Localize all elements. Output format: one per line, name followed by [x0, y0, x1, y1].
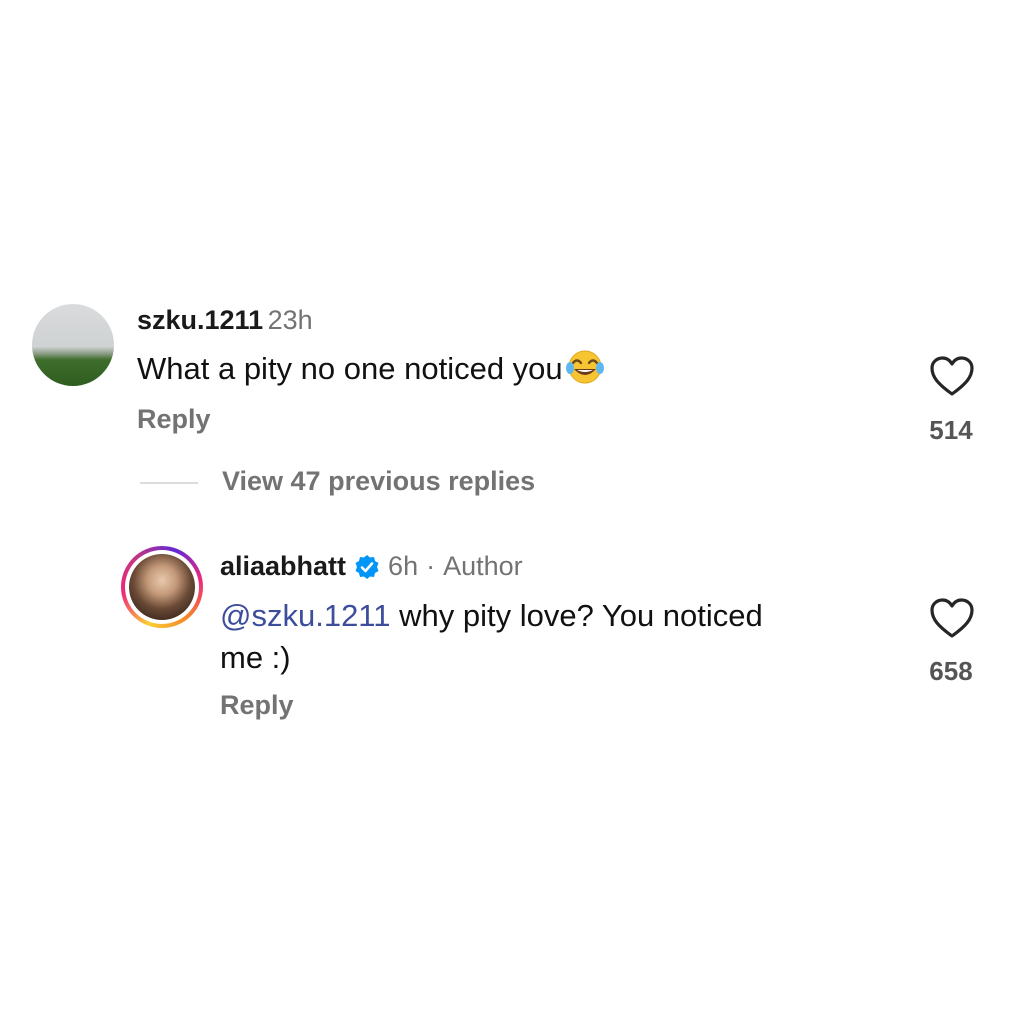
avatar-ring-gap	[125, 550, 199, 624]
comment-username[interactable]: szku.1211	[137, 305, 263, 335]
reply-text: @szku.1211 why pity love? You noticed me…	[220, 595, 860, 679]
reply-button[interactable]: Reply	[137, 404, 211, 435]
view-previous-replies-button[interactable]: View 47 previous replies	[222, 466, 535, 497]
avatar-aliaabhatt	[129, 554, 195, 620]
replies-divider	[140, 482, 198, 484]
face-with-tears-of-joy-icon	[565, 349, 605, 393]
reply-text-line2: me :)	[220, 640, 291, 675]
verified-badge-icon	[354, 554, 380, 580]
reply-button-2[interactable]: Reply	[220, 690, 294, 721]
like-heart-icon[interactable]	[928, 354, 976, 398]
comment-text: What a pity no one noticed you	[137, 349, 605, 393]
reply-time: 6h	[388, 551, 419, 581]
avatar-szku[interactable]	[32, 304, 114, 386]
comment-text-body: What a pity no one noticed you	[137, 351, 563, 387]
reply-text-line1: why pity love? You noticed	[399, 598, 763, 633]
comment-header: szku.1211 23h	[137, 305, 313, 336]
story-ring-avatar-aliaabhatt[interactable]	[121, 546, 203, 628]
like-count-2: 658	[929, 656, 973, 686]
separator-dot: ·	[426, 551, 436, 581]
author-label: Author	[443, 551, 523, 581]
mention-link[interactable]: @szku.1211	[220, 598, 391, 633]
comment-time: 23h	[267, 305, 313, 335]
reply-username[interactable]: aliaabhatt	[220, 551, 346, 582]
like-count: 514	[929, 415, 973, 445]
reply-header: aliaabhatt 6h · Author	[220, 551, 523, 582]
like-heart-icon[interactable]	[928, 596, 976, 640]
